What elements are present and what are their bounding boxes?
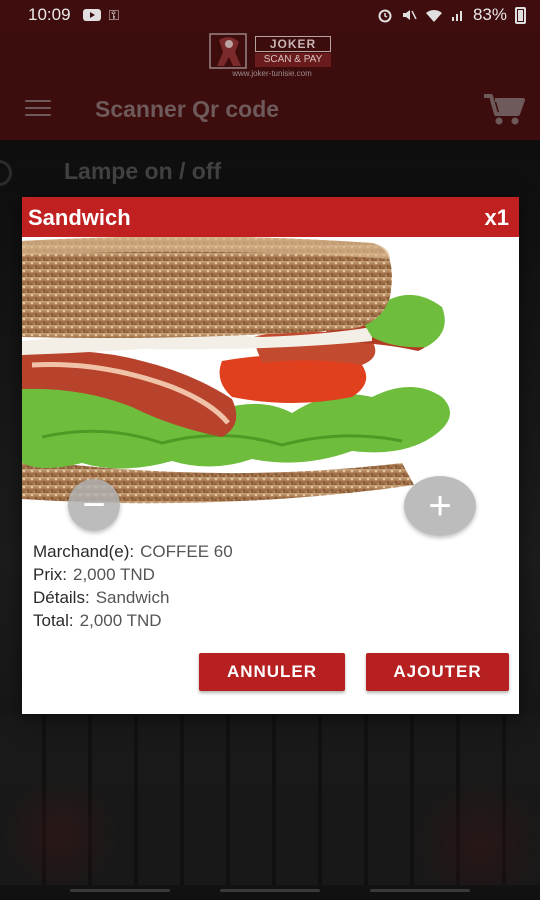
dialog-header: Sandwich x1 xyxy=(22,197,519,237)
sandwich-image xyxy=(22,237,519,509)
info-label: Total: xyxy=(33,611,74,630)
product-dialog: Sandwich x1 − + Marchand(e): COFFEE 60 P… xyxy=(22,197,519,714)
mute-icon xyxy=(402,10,417,20)
joker-logo-icon xyxy=(209,33,247,69)
product-info: Marchand(e): COFFEE 60 Prix: 2,000 TND Dét… xyxy=(33,540,233,632)
status-time: 10:09 xyxy=(28,5,71,24)
app-logo: JOKER SCAN & PAY www.joker-tunisie.com xyxy=(209,32,331,80)
info-value: 2,000 TND xyxy=(79,611,162,630)
info-label: Détails: xyxy=(33,588,90,607)
alarm-icon xyxy=(378,9,392,23)
logo-url-text: www.joker-tunisie.com xyxy=(232,69,312,78)
battery-icon xyxy=(515,6,526,24)
info-value: Sandwich xyxy=(95,588,170,607)
add-to-cart-button[interactable]: AJOUTER xyxy=(366,653,509,691)
info-value: 2,000 TND xyxy=(73,565,155,584)
youtube-icon xyxy=(82,9,101,21)
info-label: Marchand(e): xyxy=(33,542,135,561)
lamp-toggle-label[interactable]: Lampe on / off xyxy=(64,158,221,185)
camera-blur-background xyxy=(0,715,540,885)
info-row-price: Prix: 2,000 TND xyxy=(33,563,233,586)
status-left-icons: ⚿ xyxy=(82,6,120,24)
app-header: JOKER SCAN & PAY www.joker-tunisie.com S… xyxy=(0,30,540,140)
cancel-button[interactable]: ANNULER xyxy=(199,653,345,691)
logo-joker-text: JOKER xyxy=(255,36,331,52)
info-value: COFFEE 60 xyxy=(140,542,233,561)
wifi-icon xyxy=(425,9,442,22)
page-title: Scanner Qr code xyxy=(95,96,280,122)
nav-bar-line xyxy=(70,889,170,892)
battery-percent: 83% xyxy=(472,5,507,24)
dialog-title: Sandwich xyxy=(28,205,131,230)
info-row-details: Détails: Sandwich xyxy=(33,586,233,609)
info-label: Prix: xyxy=(33,565,67,584)
key-icon: ⚿ xyxy=(108,6,120,23)
increase-quantity-button[interactable]: + xyxy=(404,476,476,536)
decrease-quantity-button[interactable]: − xyxy=(68,479,120,531)
hamburger-menu-icon[interactable] xyxy=(25,98,51,118)
info-row-total: Total: 2,000 TND xyxy=(33,609,233,632)
status-bar: 10:09 ⚿ 83% xyxy=(0,0,540,30)
quantity-indicator: x1 xyxy=(484,205,509,230)
nav-bar-line xyxy=(370,889,470,892)
nav-bar-line xyxy=(220,889,320,892)
cart-icon[interactable] xyxy=(482,92,526,126)
logo-scan-pay-text: SCAN & PAY xyxy=(255,53,331,67)
status-right-icons: 83% xyxy=(377,5,526,25)
info-row-merchant: Marchand(e): COFFEE 60 xyxy=(33,540,233,563)
signal-icon xyxy=(451,11,462,21)
